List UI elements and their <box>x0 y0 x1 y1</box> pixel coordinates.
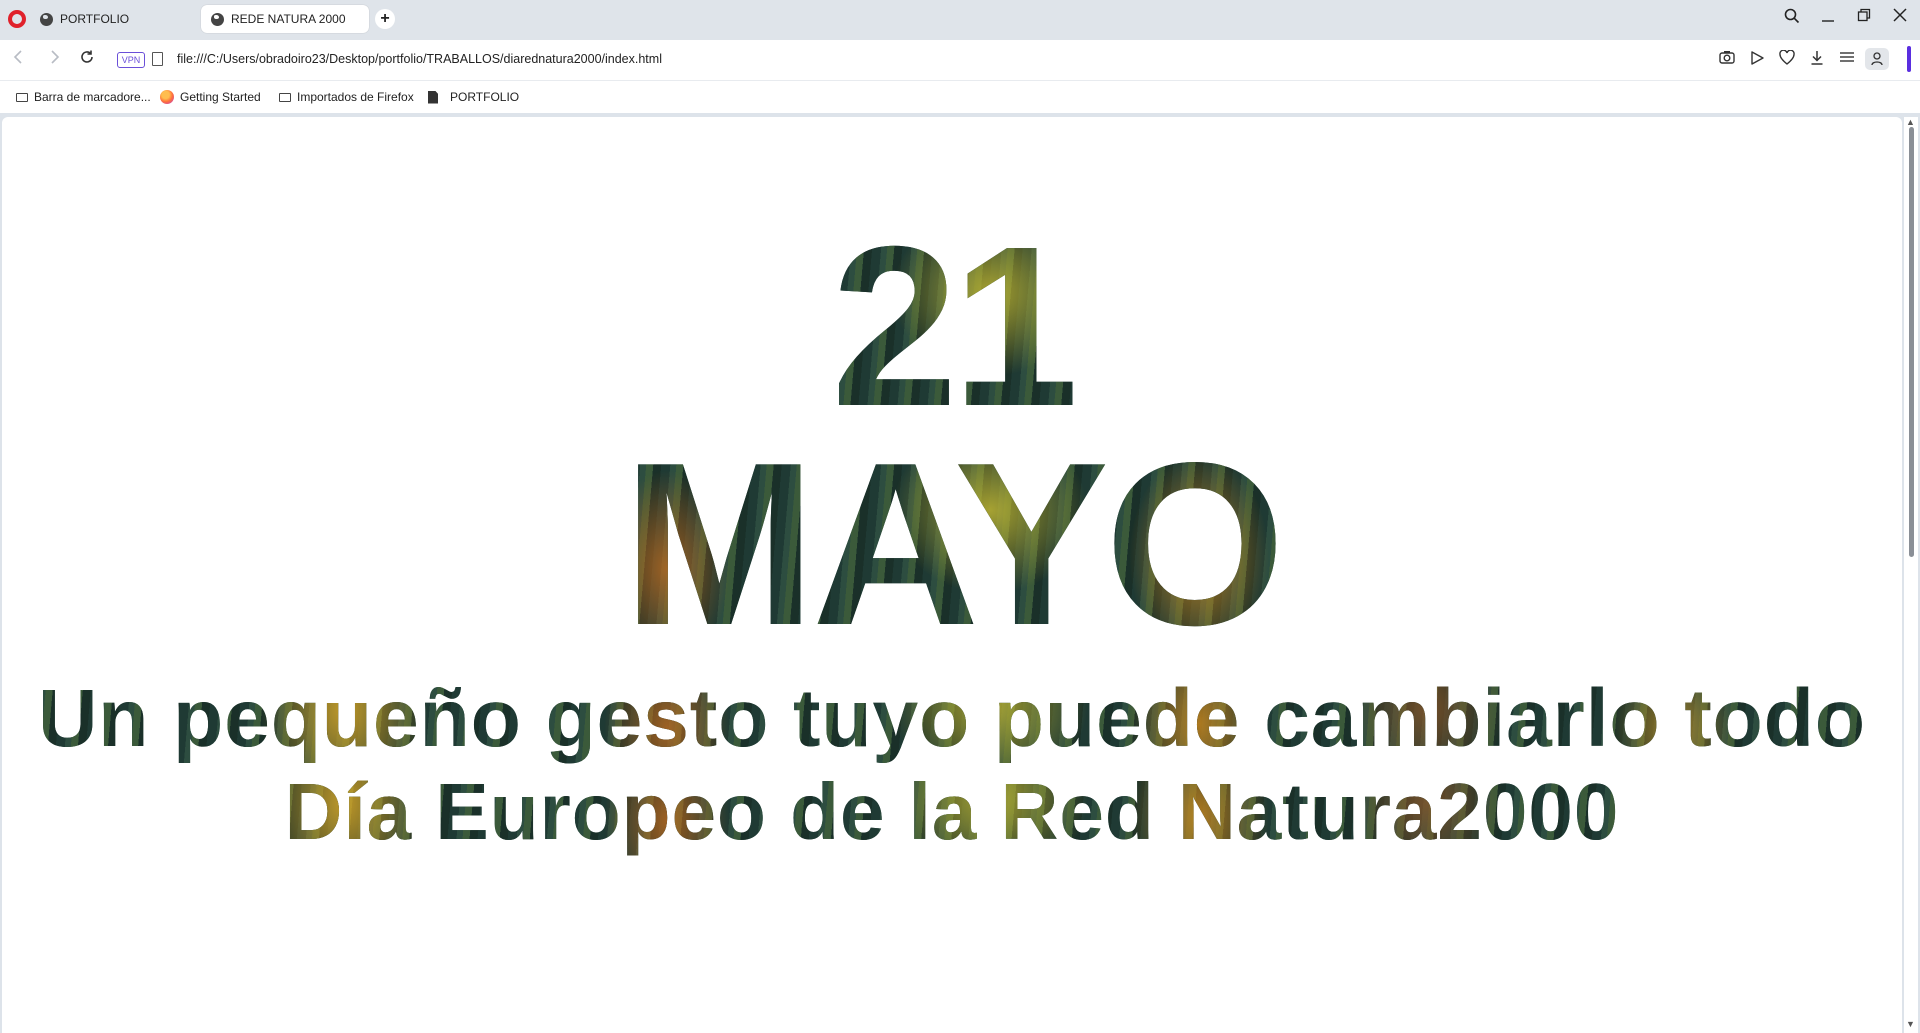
tab-strip: PORTFOLIO REDE NATURA 2000 + <box>0 0 1920 40</box>
tagline: Un pequeño gesto tuyo puede cambiarlo to… <box>2 673 1902 765</box>
globe-icon <box>211 12 224 26</box>
camera-icon[interactable] <box>1718 50 1736 68</box>
document-icon <box>428 90 438 104</box>
easy-setup-icon[interactable] <box>1838 50 1856 68</box>
tab-portfolio[interactable]: PORTFOLIO <box>30 5 198 33</box>
opera-logo-icon[interactable] <box>8 10 26 28</box>
url-field[interactable]: file:///C:/Users/obradoiro23/Desktop/por… <box>177 52 662 66</box>
bookmark-label: Getting Started <box>180 90 261 104</box>
date-day: 21 <box>2 212 1902 442</box>
firefox-icon <box>160 90 174 104</box>
back-icon[interactable] <box>9 49 29 70</box>
page-subtitle: Día Europeo de la Red Natura2000 <box>2 767 1902 857</box>
download-icon[interactable] <box>1808 50 1826 68</box>
bookmark-getting-started[interactable]: Getting Started <box>160 90 261 104</box>
send-icon[interactable] <box>1748 50 1766 68</box>
new-tab-button[interactable]: + <box>375 9 395 29</box>
globe-icon <box>40 12 53 26</box>
tab-label: REDE NATURA 2000 <box>231 12 346 26</box>
user-icon <box>1871 52 1883 66</box>
bookmark-portfolio[interactable]: PORTFOLIO <box>428 90 519 104</box>
bookmark-label: PORTFOLIO <box>450 90 520 104</box>
bookmark-barra-de-marcadores[interactable]: Barra de marcadore... <box>16 90 151 104</box>
sidebar-toggle[interactable] <box>1907 46 1911 72</box>
folder-icon <box>16 92 28 102</box>
bookmark-label: Barra de marcadore... <box>34 90 151 104</box>
reload-icon[interactable] <box>77 49 97 70</box>
tab-label: PORTFOLIO <box>60 12 130 26</box>
address-toolbar: VPN file:///C:/Users/obradoiro23/Desktop… <box>0 40 1920 81</box>
forward-icon[interactable] <box>44 49 64 70</box>
bookmark-importados-de-firefox[interactable]: Importados de Firefox <box>279 90 414 104</box>
folder-icon <box>279 92 291 102</box>
page-viewport: 21 MAYO Un pequeño gesto tuyo puede camb… <box>2 117 1902 1033</box>
bookmarks-bar: Barra de marcadore... Getting Started Im… <box>0 81 1920 113</box>
bookmark-label: Importados de Firefox <box>297 90 414 104</box>
close-icon[interactable] <box>1888 8 1912 26</box>
vpn-badge[interactable]: VPN <box>117 52 145 68</box>
heart-icon[interactable] <box>1778 49 1796 68</box>
tab-rede-natura[interactable]: REDE NATURA 2000 <box>201 5 369 33</box>
scroll-thumb[interactable] <box>1909 127 1914 557</box>
search-tabs-icon[interactable] <box>1780 8 1804 28</box>
scroll-down-icon[interactable]: ▼ <box>1906 1019 1915 1029</box>
minimize-icon[interactable] <box>1816 8 1840 28</box>
restore-icon[interactable] <box>1852 8 1876 26</box>
scroll-up-icon[interactable]: ▲ <box>1906 117 1915 127</box>
profile-button[interactable] <box>1865 48 1889 70</box>
date-month: MAYO <box>2 428 1902 662</box>
vertical-scrollbar[interactable]: ▲ ▼ <box>1904 117 1918 1033</box>
page-info-icon[interactable] <box>152 52 163 66</box>
